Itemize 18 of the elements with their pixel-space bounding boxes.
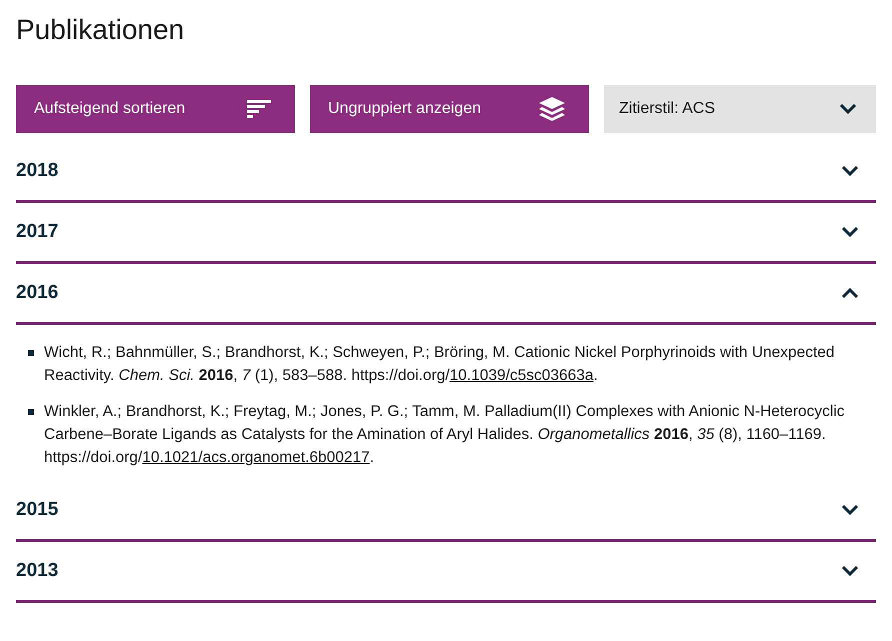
- doi-link[interactable]: 10.1039/c5sc03663a: [450, 367, 594, 384]
- doi-link[interactable]: 10.1021/acs.organomet.6b00217: [142, 449, 370, 466]
- layers-icon: [539, 97, 565, 121]
- publication-citation: Winkler, A.; Brandhorst, K.; Freytag, M.; Jones, P. G.; Tamm, M. Palladium(II) Complexes with Anionic N-Heterocyclic Carbene–Borate Ligands as Catalysts for the Amination of Aryl Halides. Organometallics 2016, 35 (8), 1160–1169. https://doi.org/10.1021/acs.organomet.6b00217.: [44, 402, 846, 468]
- year-header[interactable]: 2017: [16, 203, 876, 264]
- page-title: Publikationen: [16, 13, 186, 47]
- bullet-icon: [28, 350, 34, 356]
- year-header[interactable]: 2018: [16, 142, 876, 203]
- chevron-down-icon: [840, 104, 856, 114]
- year-header[interactable]: 2015: [16, 481, 876, 542]
- group-button[interactable]: Ungruppiert anzeigen: [310, 85, 589, 133]
- publication-citation: Wicht, R.; Bahnmüller, S.; Brandhorst, K.; Schweyen, P.; Bröring, M. Cationic Nickel Porphyrinoids with Unexpected Reactivity. Chem. Sci. 2016, 7 (1), 583–588. https://doi.org/10.1039/c5sc03663a.: [44, 343, 836, 386]
- sort-icon: [247, 100, 271, 118]
- sort-button[interactable]: Aufsteigend sortieren: [16, 85, 295, 133]
- year-header[interactable]: 2013: [16, 542, 876, 603]
- bullet-icon: [28, 409, 34, 415]
- citation-style-select[interactable]: Zitierstil: ACS: [604, 85, 876, 133]
- year-header[interactable]: 2016: [16, 264, 876, 325]
